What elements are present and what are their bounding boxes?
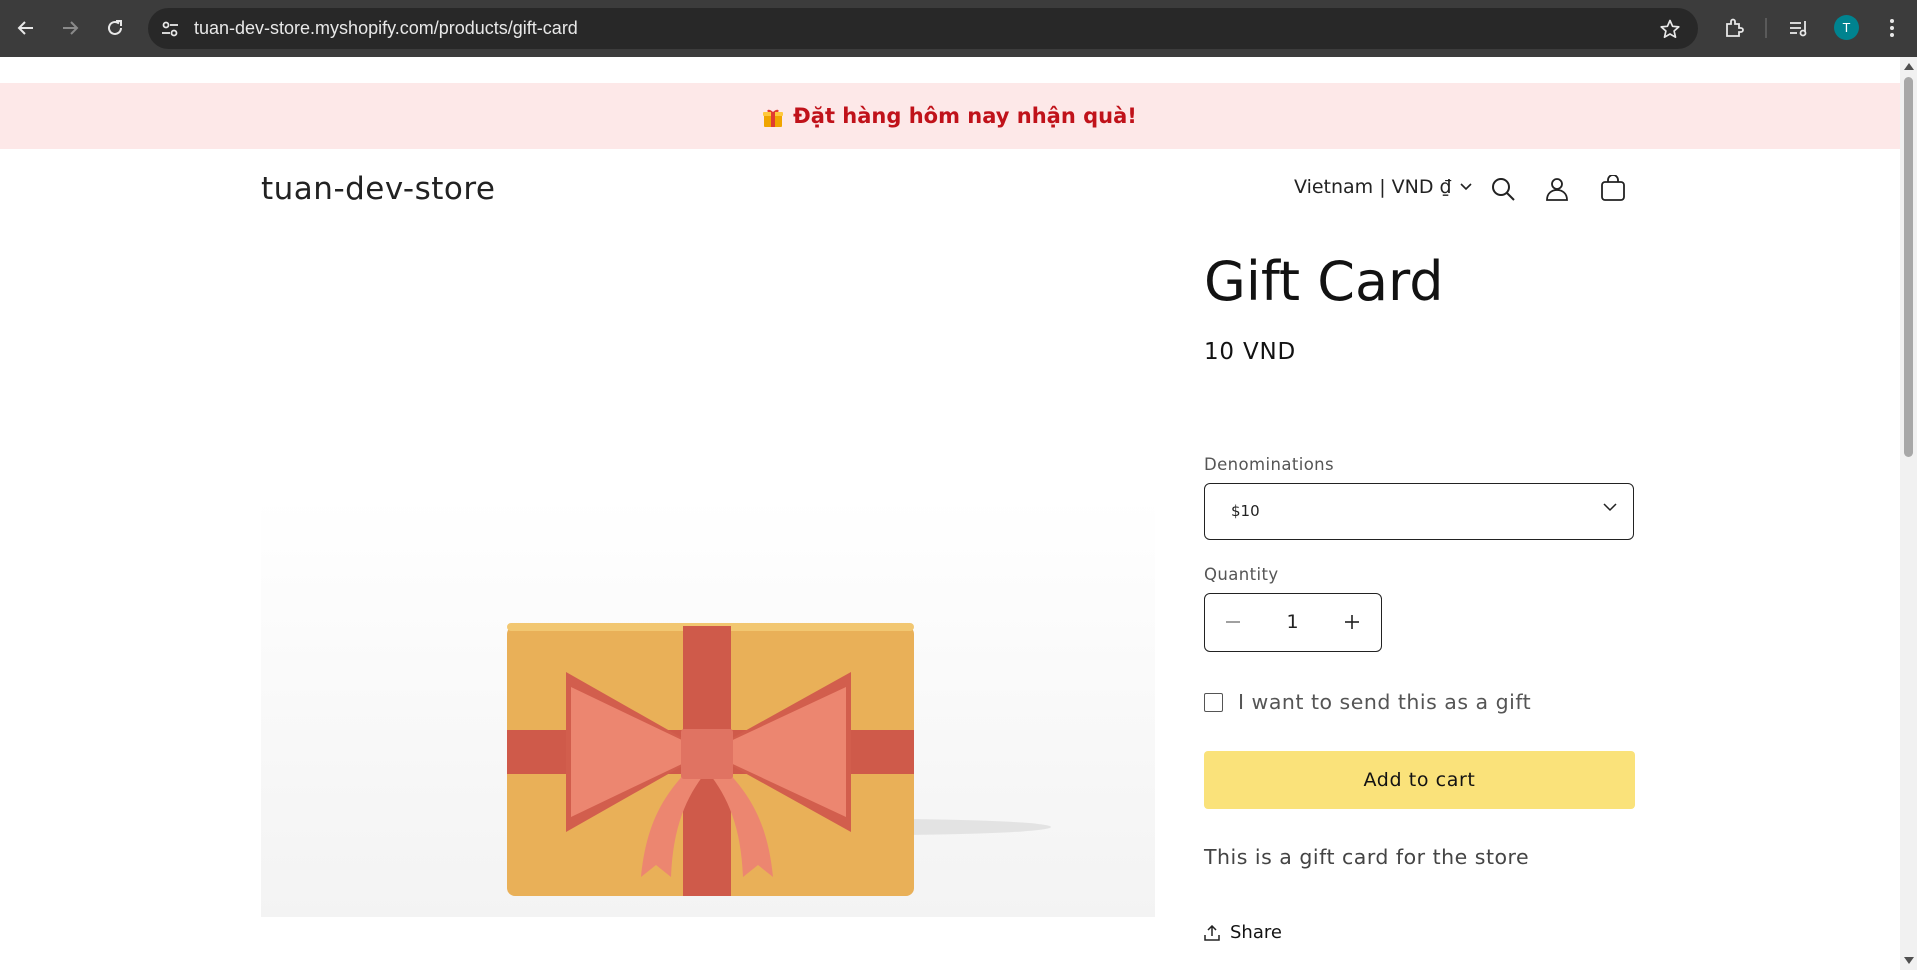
chevron-down-icon bbox=[1460, 183, 1472, 191]
denomination-value: $10 bbox=[1231, 502, 1260, 520]
kebab-menu-icon[interactable] bbox=[1878, 14, 1906, 42]
product-image[interactable] bbox=[261, 497, 1155, 917]
denominations-label: Denominations bbox=[1204, 455, 1335, 474]
url-text[interactable]: tuan-dev-store.myshopify.com/products/gi… bbox=[194, 8, 578, 49]
plus-icon bbox=[1345, 615, 1359, 629]
reload-icon[interactable] bbox=[101, 14, 129, 42]
back-icon[interactable] bbox=[12, 14, 40, 42]
gift-emoji-icon bbox=[763, 109, 784, 127]
denominations-select[interactable]: $10 bbox=[1204, 483, 1634, 540]
quantity-increase-button[interactable] bbox=[1324, 594, 1380, 650]
quantity-input[interactable]: 1 bbox=[1261, 594, 1324, 650]
product-description: This is a gift card for the store bbox=[1204, 845, 1530, 869]
chevron-down-icon bbox=[1603, 503, 1617, 512]
site-settings-icon[interactable] bbox=[158, 17, 182, 41]
forward-icon[interactable] bbox=[56, 14, 84, 42]
add-to-cart-button[interactable]: Add to cart bbox=[1204, 751, 1635, 809]
share-icon bbox=[1204, 924, 1220, 941]
country-selector-label: Vietnam | VND ₫ bbox=[1294, 176, 1452, 198]
product-price: 10 VND bbox=[1204, 339, 1297, 365]
page-top-strip bbox=[0, 57, 1900, 83]
quantity-decrease-button[interactable] bbox=[1205, 594, 1261, 650]
extensions-icon[interactable] bbox=[1720, 14, 1748, 42]
address-bar[interactable]: tuan-dev-store.myshopify.com/products/gi… bbox=[148, 8, 1698, 49]
share-label: Share bbox=[1230, 922, 1282, 943]
share-button[interactable]: Share bbox=[1204, 922, 1282, 943]
media-control-icon[interactable] bbox=[1785, 14, 1813, 42]
gift-checkbox-label[interactable]: I want to send this as a gift bbox=[1238, 690, 1531, 714]
search-icon[interactable] bbox=[1487, 173, 1519, 205]
gift-option[interactable]: I want to send this as a gift bbox=[1204, 690, 1531, 714]
gift-checkbox[interactable] bbox=[1204, 692, 1223, 712]
browser-toolbar: tuan-dev-store.myshopify.com/products/gi… bbox=[0, 0, 1917, 57]
announcement-bar: Đặt hàng hôm nay nhận quà! bbox=[0, 83, 1900, 149]
gift-card-illustration bbox=[507, 623, 1051, 896]
quantity-stepper: 1 bbox=[1204, 593, 1382, 652]
quantity-label: Quantity bbox=[1204, 565, 1279, 584]
profile-avatar[interactable]: T bbox=[1834, 15, 1859, 40]
page-scrollbar[interactable] bbox=[1900, 57, 1917, 970]
scrollbar-thumb[interactable] bbox=[1904, 77, 1913, 457]
store-logo[interactable]: tuan-dev-store bbox=[261, 171, 496, 207]
scroll-down-arrow[interactable] bbox=[1904, 957, 1914, 964]
product-title: Gift Card bbox=[1204, 250, 1444, 313]
minus-icon bbox=[1226, 621, 1240, 623]
announcement-text: Đặt hàng hôm nay nhận quà! bbox=[793, 104, 1137, 128]
bookmark-star-icon[interactable] bbox=[1658, 17, 1682, 41]
scroll-up-arrow[interactable] bbox=[1904, 63, 1914, 70]
cart-icon[interactable] bbox=[1597, 173, 1629, 205]
country-selector[interactable]: Vietnam | VND ₫ bbox=[1294, 176, 1472, 198]
toolbar-divider bbox=[1765, 18, 1767, 38]
account-icon[interactable] bbox=[1541, 173, 1573, 205]
